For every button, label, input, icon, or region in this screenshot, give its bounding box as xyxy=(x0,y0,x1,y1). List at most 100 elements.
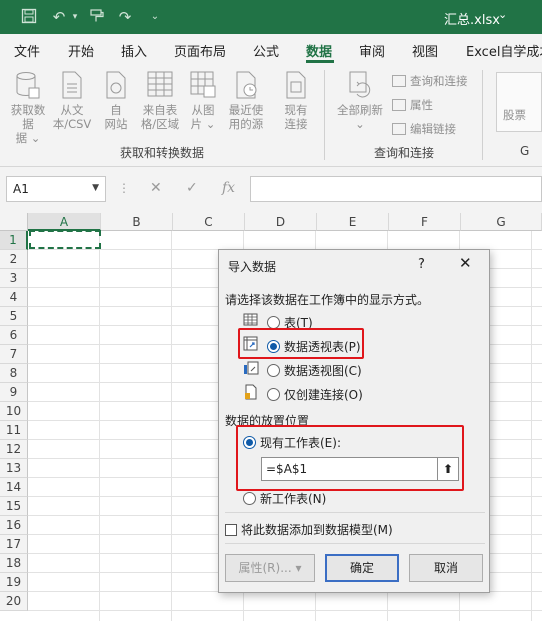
insert-function-icon[interactable]: fx xyxy=(222,180,235,196)
data-model-checkbox[interactable] xyxy=(225,524,237,536)
chevron-down-icon[interactable]: ▼ xyxy=(92,183,99,193)
group-queries-label: 查询和连接 xyxy=(374,146,435,160)
row-header-13[interactable]: 13 xyxy=(0,459,28,478)
customize-quick-access-icon[interactable]: ⌄ xyxy=(146,8,164,26)
option-new-sheet[interactable]: 新工作表(N) xyxy=(243,490,326,508)
row-header-19[interactable]: 19 xyxy=(0,573,28,592)
import-data-dialog: 导入数据 ? ✕ 请选择该数据在工作簿中的显示方式。 表(T) 数据透视表(P)… xyxy=(218,249,490,593)
cancel-icon[interactable]: ✕ xyxy=(150,180,162,196)
get-data-label: 获取数据 xyxy=(10,103,46,131)
tab-review[interactable]: 审阅 xyxy=(359,41,385,60)
resize-dots-icon[interactable]: ⋮ xyxy=(118,181,130,195)
tab-home[interactable]: 开始 xyxy=(68,41,94,60)
existing-connections-label: 现有 xyxy=(284,103,308,117)
group-right-fragment: G xyxy=(520,144,530,158)
row-header-2[interactable]: 2 xyxy=(0,250,28,269)
properties-button[interactable]: 属性 xyxy=(392,97,433,113)
from-picture-button[interactable]: 从图 片 ⌄ xyxy=(186,70,220,131)
refresh-all-button[interactable]: 全部刷新 ⌄ xyxy=(332,70,388,131)
redo-icon[interactable]: ↷ xyxy=(116,8,134,26)
row-header-1[interactable]: 1 xyxy=(0,231,28,250)
column-header-d[interactable]: D xyxy=(245,213,317,231)
cancel-button[interactable]: 取消 xyxy=(409,554,483,582)
column-header-e[interactable]: E xyxy=(317,213,389,231)
row-header-4[interactable]: 4 xyxy=(0,288,28,307)
formula-bar: A1 ▼ ⋮ ✕ ✓ fx xyxy=(0,167,542,213)
clock-file-icon xyxy=(236,71,257,99)
tab-page-layout[interactable]: 页面布局 xyxy=(174,41,226,60)
properties-button[interactable]: 属性(R)... ▾ xyxy=(225,554,315,582)
tab-view[interactable]: 视图 xyxy=(412,41,438,60)
row-header-15[interactable]: 15 xyxy=(0,497,28,516)
radio-connection-only[interactable] xyxy=(267,388,280,401)
from-text-label-2: 本/CSV xyxy=(52,117,92,131)
tab-file[interactable]: 文件 xyxy=(14,41,40,60)
tab-excel-self-study[interactable]: Excel自学成才 xyxy=(466,41,542,60)
from-web-button[interactable]: 自 网站 xyxy=(98,70,134,131)
picture-table-icon xyxy=(190,71,216,98)
row-header-17[interactable]: 17 xyxy=(0,535,28,554)
table-option-icon xyxy=(243,313,258,326)
row-header-11[interactable]: 11 xyxy=(0,421,28,440)
database-icon xyxy=(16,72,40,99)
web-page-icon xyxy=(106,71,126,99)
row-header-7[interactable]: 7 xyxy=(0,345,28,364)
row-header-16[interactable]: 16 xyxy=(0,516,28,535)
data-model-option[interactable]: 将此数据添加到数据模型(M) xyxy=(225,521,393,539)
from-table-range-button[interactable]: 来自表 格/区域 xyxy=(138,70,182,131)
help-icon[interactable]: ? xyxy=(418,257,425,272)
option-pivot-chart[interactable]: 数据透视图(C) xyxy=(267,362,362,380)
existing-connections-button[interactable]: 现有 连接 xyxy=(276,70,316,131)
get-data-button[interactable]: 获取数据 据 ⌄ xyxy=(6,70,50,145)
name-box[interactable]: A1 ▼ xyxy=(6,176,106,202)
option-connection-only[interactable]: 仅创建连接(O) xyxy=(267,386,363,404)
from-picture-label: 从图 xyxy=(191,103,215,117)
stocks-button[interactable]: 股票 xyxy=(496,72,542,132)
recent-sources-label-2: 用的源 xyxy=(228,117,264,131)
row-header-18[interactable]: 18 xyxy=(0,554,28,573)
column-header-b[interactable]: B xyxy=(101,213,173,231)
existing-connections-label-2: 连接 xyxy=(284,117,308,131)
tab-insert[interactable]: 插入 xyxy=(121,41,147,60)
tab-data[interactable]: 数据 xyxy=(306,41,332,60)
from-text-label: 从文 xyxy=(60,103,84,117)
column-header-f[interactable]: F xyxy=(389,213,461,231)
pivot-table-highlight xyxy=(238,328,364,359)
column-header-g[interactable]: G xyxy=(461,213,542,231)
undo-dropdown-icon[interactable]: ▾ xyxy=(66,8,84,26)
tab-formulas[interactable]: 公式 xyxy=(253,41,279,60)
ok-button[interactable]: 确定 xyxy=(325,554,399,582)
title-chevron-down-icon[interactable]: ⌄ xyxy=(498,8,507,21)
refresh-icon xyxy=(349,71,371,98)
from-web-label-2: 网站 xyxy=(104,117,128,131)
row-header-8[interactable]: 8 xyxy=(0,364,28,383)
select-all-corner[interactable] xyxy=(0,213,28,231)
pivot-chart-option-icon xyxy=(244,361,259,375)
enter-check-icon[interactable]: ✓ xyxy=(186,180,198,196)
row-header-5[interactable]: 5 xyxy=(0,307,28,326)
queries-connections-button[interactable]: 查询和连接 xyxy=(392,73,468,89)
formula-input[interactable] xyxy=(250,176,542,202)
close-icon[interactable]: ✕ xyxy=(459,254,472,272)
row-header-14[interactable]: 14 xyxy=(0,478,28,497)
row-header-20[interactable]: 20 xyxy=(0,592,28,611)
row-header-9[interactable]: 9 xyxy=(0,383,28,402)
selected-cell-a1[interactable] xyxy=(29,230,101,249)
save-icon[interactable] xyxy=(20,8,38,26)
row-header-6[interactable]: 6 xyxy=(0,326,28,345)
from-web-label: 自 xyxy=(110,103,122,117)
recent-sources-label: 最近使 xyxy=(228,103,264,117)
row-header-12[interactable]: 12 xyxy=(0,440,28,459)
radio-new-sheet[interactable] xyxy=(243,492,256,505)
radio-pivot-chart[interactable] xyxy=(267,364,280,377)
column-header-c[interactable]: C xyxy=(173,213,245,231)
from-text-csv-button[interactable]: 从文 本/CSV xyxy=(50,70,94,131)
edit-links-button[interactable]: 编辑链接 xyxy=(392,121,456,137)
row-header-10[interactable]: 10 xyxy=(0,402,28,421)
recent-sources-button[interactable]: 最近使 用的源 xyxy=(224,70,268,131)
column-header-a[interactable]: A xyxy=(28,213,101,231)
from-table-label: 来自表 xyxy=(142,103,178,117)
format-painter-icon[interactable] xyxy=(88,8,106,26)
group-get-transform-label: 获取和转换数据 xyxy=(120,146,205,160)
row-header-3[interactable]: 3 xyxy=(0,269,28,288)
